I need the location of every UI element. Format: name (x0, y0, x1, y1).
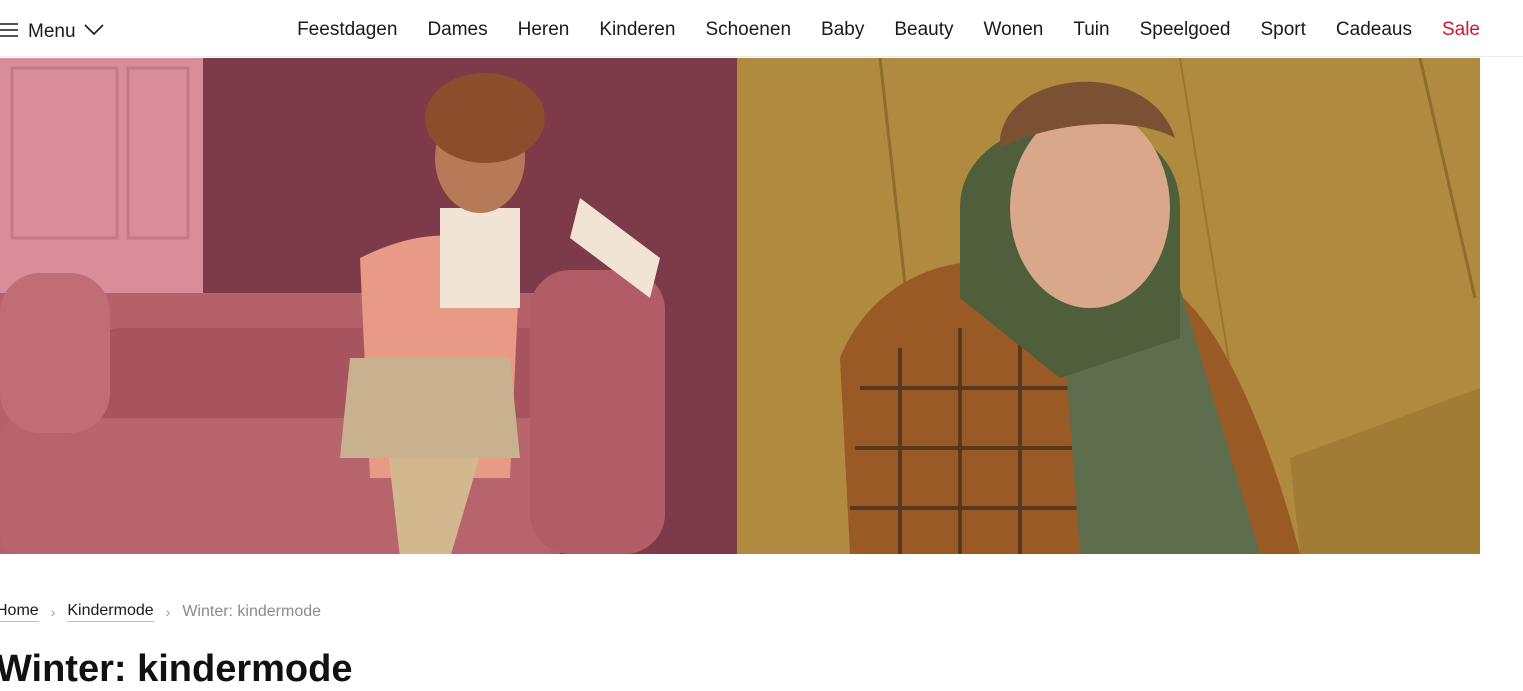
hero-banner[interactable] (0, 58, 1480, 554)
page-title: Winter: kindermode (0, 648, 353, 690)
nav-dames[interactable]: Dames (427, 19, 487, 41)
breadcrumb-home[interactable]: Home (0, 602, 39, 622)
breadcrumb-current: Winter: kindermode (182, 603, 322, 620)
nav-kinderen[interactable]: Kinderen (599, 19, 675, 41)
nav-schoenen[interactable]: Schoenen (705, 19, 791, 41)
top-navigation: Menu Feestdagen Dames Heren Kinderen Sch… (0, 0, 1523, 57)
boy-in-plaid-jacket-photo (737, 58, 1480, 554)
category-nav: Feestdagen Dames Heren Kinderen Schoenen… (267, 19, 1480, 41)
chevron-right-icon: › (50, 604, 56, 620)
girl-on-pink-sofa-photo (0, 58, 737, 554)
nav-feestdagen[interactable]: Feestdagen (297, 19, 397, 41)
nav-wonen[interactable]: Wonen (983, 19, 1043, 41)
nav-tuin[interactable]: Tuin (1073, 19, 1109, 41)
hamburger-icon (0, 22, 18, 42)
nav-beauty[interactable]: Beauty (894, 19, 953, 41)
menu-button[interactable]: Menu (0, 19, 104, 45)
nav-heren[interactable]: Heren (518, 19, 570, 41)
breadcrumb: Home › Kindermode › Winter: kindermode (0, 600, 321, 624)
nav-sport[interactable]: Sport (1260, 19, 1305, 41)
breadcrumb-kindermode[interactable]: Kindermode (67, 602, 154, 622)
menu-label: Menu (28, 21, 76, 42)
nav-baby[interactable]: Baby (821, 19, 864, 41)
nav-sale[interactable]: Sale (1442, 19, 1480, 41)
chevron-down-icon (83, 23, 104, 41)
nav-cadeaus[interactable]: Cadeaus (1336, 19, 1412, 41)
nav-speelgoed[interactable]: Speelgoed (1140, 19, 1231, 41)
chevron-right-icon: › (165, 604, 171, 620)
